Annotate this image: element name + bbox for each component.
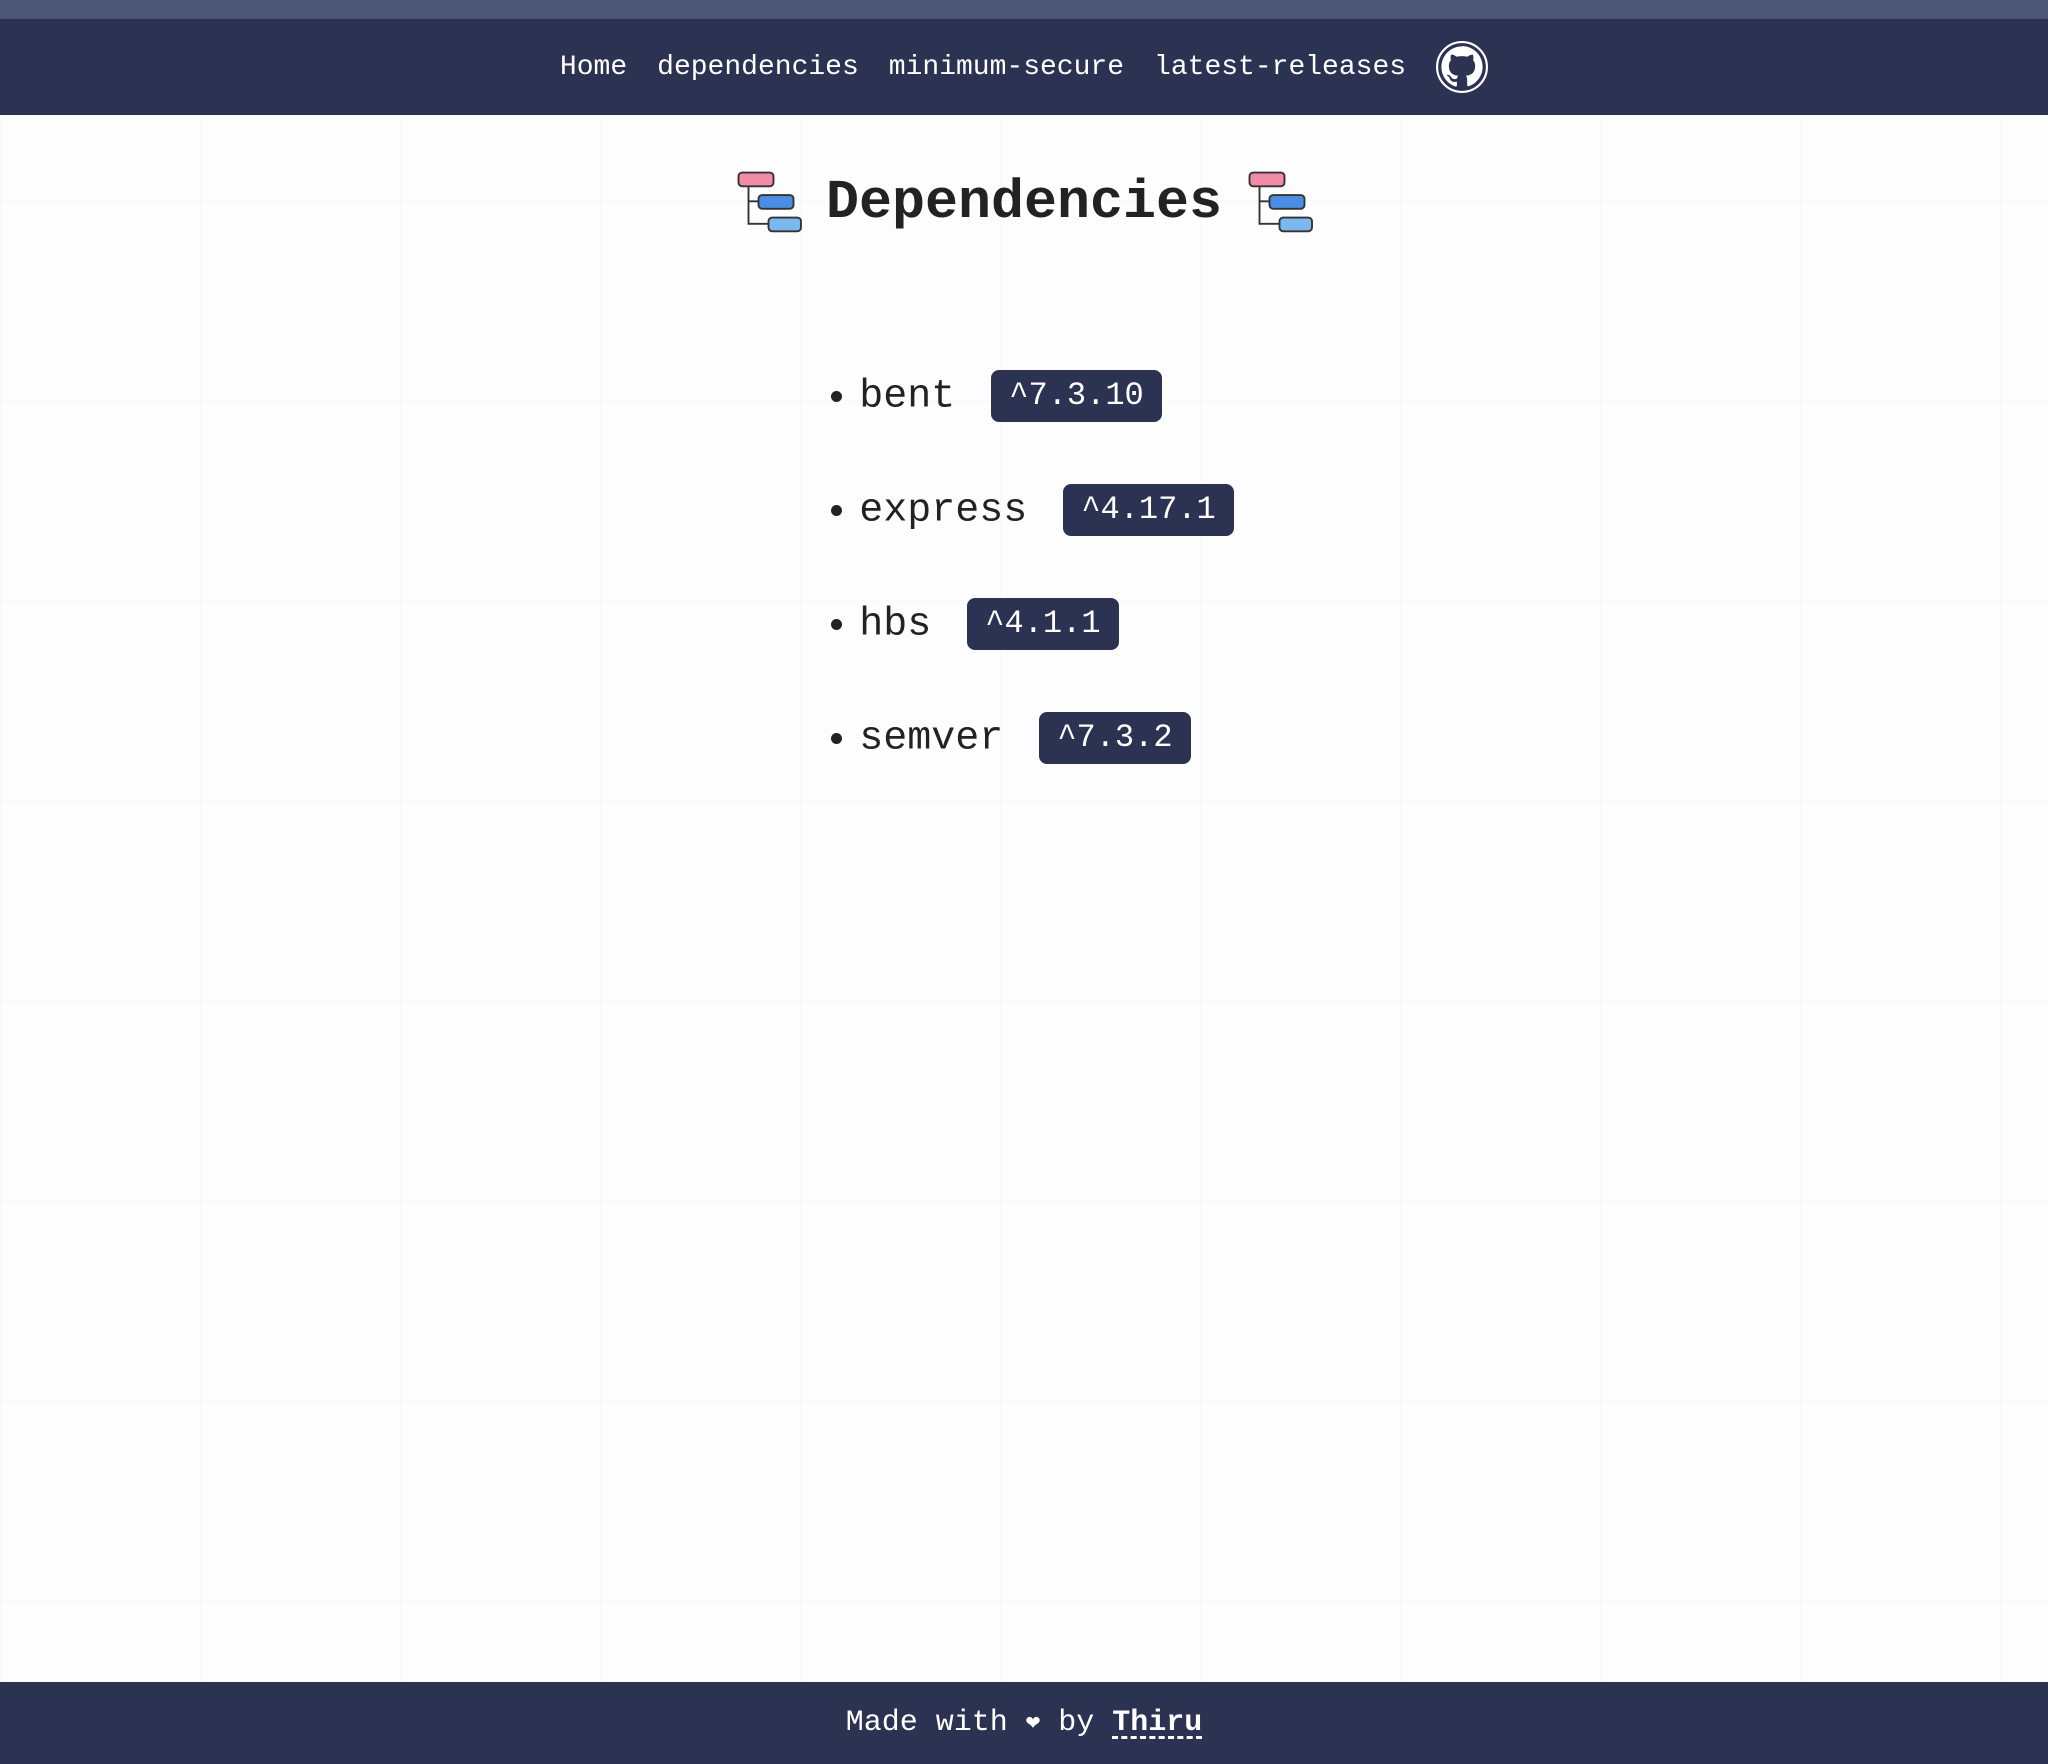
version-badge: ^7.3.10 — [991, 370, 1161, 422]
nav-link-latest-releases[interactable]: latest-releases — [1154, 52, 1406, 83]
list-item: express ^4.17.1 — [859, 484, 1233, 536]
author-link[interactable]: Thiru — [1112, 1706, 1202, 1740]
tree-icon-right — [1242, 165, 1317, 240]
nav-link-dependencies[interactable]: dependencies — [657, 52, 859, 83]
dependency-name: bent — [859, 375, 955, 420]
version-badge: ^4.1.1 — [967, 598, 1118, 650]
version-badge: ^4.17.1 — [1063, 484, 1233, 536]
main-content: Dependencies bent ^7.3.10 express ^4.17.… — [0, 115, 2048, 1682]
page-title: Dependencies — [826, 171, 1222, 234]
nav-link-minimum-secure[interactable]: minimum-secure — [889, 52, 1124, 83]
footer-prefix: Made with — [846, 1706, 1026, 1740]
list-item: hbs ^4.1.1 — [859, 598, 1233, 650]
title-row: Dependencies — [731, 165, 1317, 240]
footer: Made with ❤ by Thiru — [0, 1682, 2048, 1764]
heart-icon: ❤ — [1026, 1710, 1040, 1737]
tree-icon-left — [731, 165, 806, 240]
list-item: bent ^7.3.10 — [859, 370, 1233, 422]
version-badge: ^7.3.2 — [1039, 712, 1190, 764]
dependency-name: hbs — [859, 603, 931, 648]
list-item: semver ^7.3.2 — [859, 712, 1233, 764]
top-accent-bar — [0, 0, 2048, 19]
main-navbar: Home dependencies minimum-secure latest-… — [0, 19, 2048, 115]
dependency-name: express — [859, 489, 1027, 534]
github-icon[interactable] — [1436, 41, 1488, 93]
dependency-name: semver — [859, 717, 1003, 762]
footer-by: by — [1040, 1706, 1112, 1740]
dependencies-list: bent ^7.3.10 express ^4.17.1 hbs ^4.1.1 … — [814, 370, 1233, 826]
nav-link-home[interactable]: Home — [560, 52, 627, 83]
